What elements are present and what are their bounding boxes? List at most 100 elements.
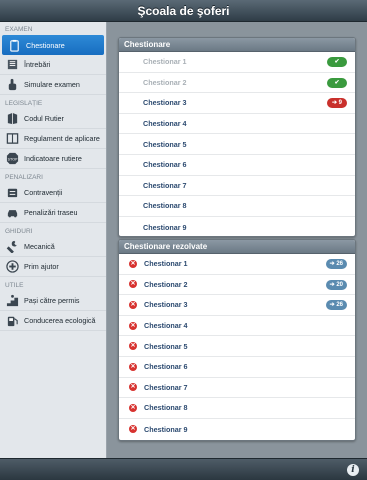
sidebar-item--ntreb-ri[interactable]: Întrebări	[0, 55, 106, 75]
solved-panel-header: Chestionare rezolvate	[119, 240, 355, 254]
test-name: Chestionar 9	[143, 222, 187, 232]
solved-test-name: Chestionar 3	[144, 300, 188, 310]
solved-test-name: Chestionar 5	[144, 341, 188, 351]
sidebar-item-pa-i-c-tre-permis[interactable]: Pași către permis	[0, 291, 106, 311]
solved-test-name: Chestionar 1	[144, 259, 188, 269]
solved-panel: Chestionare rezolvate ✕ Chestionar 1 ➔ 26 ✕…	[118, 239, 356, 441]
bottom-toolbar: i	[0, 458, 367, 480]
sidebar-item-codul-rutier[interactable]: Codul Rutier	[0, 109, 106, 129]
test-row[interactable]: Chestionar 8	[119, 196, 355, 217]
clipboard-icon	[8, 39, 21, 52]
test-row[interactable]: Chestionar 5	[119, 134, 355, 155]
passed-badge: ✔	[327, 77, 347, 88]
test-name: Chestionar 4	[143, 119, 187, 129]
tests-panel-header: Chestionare	[119, 38, 355, 52]
test-row[interactable]: Chestionar 1 ✔	[119, 52, 355, 73]
sidebar-item-simulare-examen[interactable]: Simulare examen	[0, 75, 106, 95]
score-badge: ➔ 26	[325, 300, 347, 311]
score-badge: ➔ 20	[325, 279, 347, 290]
failed-x-icon: ✕	[129, 321, 137, 330]
sidebar-item-label: Simulare examen	[24, 80, 80, 89]
test-row[interactable]: Chestionar 7	[119, 176, 355, 197]
solved-row[interactable]: ✕ Chestionar 4	[119, 316, 355, 337]
sidebar-section-header: PENALIZARI	[5, 174, 43, 181]
passed-badge: ✔	[327, 57, 347, 67]
failed-x-icon: ✕	[129, 383, 137, 392]
sidebar-item-label: Indicatoare rutiere	[24, 154, 82, 163]
failed-x-icon: ✕	[129, 259, 137, 268]
sidebar-item-mecanic-[interactable]: Mecanică	[0, 237, 106, 257]
test-name: Chestionar 1	[143, 57, 187, 67]
sidebar-item-label: Regulament de aplicare	[24, 134, 100, 143]
solved-row[interactable]: ✕ Chestionar 5	[119, 336, 355, 357]
sidebar-item-conducerea-ecologic-[interactable]: Conducerea ecologică	[0, 311, 106, 331]
test-name: Chestionar 6	[143, 160, 187, 170]
sidebar-section-header: UTILE	[5, 282, 24, 289]
solved-row[interactable]: ✕ Chestionar 3 ➔ 26	[119, 295, 355, 316]
mistakes-badge: ➔ 9	[327, 98, 347, 109]
sidebar-section-header: GHIDURI	[5, 228, 33, 235]
test-row[interactable]: Chestionar 3 ➔ 9	[119, 93, 355, 114]
law-book-icon	[6, 112, 19, 125]
sidebar-item-label: Chestionare	[26, 40, 65, 50]
sidebar-item-chestionare[interactable]: Chestionare	[2, 35, 104, 55]
score-badge: ➔ 26	[325, 259, 347, 269]
failed-x-icon: ✕	[129, 425, 137, 434]
sidebar-item-label: Mecanică	[24, 242, 55, 251]
car-icon	[6, 206, 19, 219]
failed-x-icon: ✕	[129, 403, 137, 412]
stop-sign-icon: STOP	[6, 152, 19, 165]
solved-test-name: Chestionar 6	[144, 362, 188, 372]
failed-x-icon: ✕	[129, 280, 137, 289]
sidebar-item-prim-ajutor[interactable]: Prim ajutor	[0, 257, 106, 277]
sidebar-item-label: Pași către permis	[24, 296, 80, 305]
sidebar-item-label: Penalizări traseu	[24, 208, 78, 217]
title-bar: Şcoala de şoferi	[0, 0, 367, 22]
solved-row[interactable]: ✕ Chestionar 1 ➔ 26	[119, 254, 355, 275]
sidebar-item-indicatoare-rutiere[interactable]: STOP Indicatoare rutiere	[0, 149, 106, 169]
test-row[interactable]: Chestionar 9	[119, 217, 355, 236]
solved-list: ✕ Chestionar 1 ➔ 26 ✕ Chestionar 2 ➔ 20 ✕ Chest…	[119, 254, 355, 439]
solved-test-name: Chestionar 4	[144, 321, 188, 331]
hand-pointer-icon	[6, 78, 19, 91]
solved-test-name: Chestionar 7	[144, 382, 188, 392]
test-name: Chestionar 2	[143, 77, 187, 87]
tests-list: Chestionar 1 ✔ Chestionar 2 ✔ Chestionar 3 ➔ …	[119, 52, 355, 236]
sidebar-section-header: LEGISLAȚIE	[5, 100, 43, 107]
test-name: Chestionar 5	[143, 139, 187, 149]
solved-row[interactable]: ✕ Chestionar 7	[119, 378, 355, 399]
test-row[interactable]: Chestionar 6	[119, 155, 355, 176]
test-name: Chestionar 7	[143, 180, 187, 190]
solved-test-name: Chestionar 8	[144, 403, 188, 413]
solved-row[interactable]: ✕ Chestionar 2 ➔ 20	[119, 275, 355, 296]
eco-fuel-icon	[6, 314, 19, 327]
solved-row[interactable]: ✕ Chestionar 6	[119, 357, 355, 378]
solved-row[interactable]: ✕ Chestionar 9	[119, 419, 355, 440]
info-icon[interactable]: i	[347, 464, 359, 476]
sidebar-item-label: Codul Rutier	[24, 114, 64, 123]
book-icon	[6, 58, 19, 71]
wrench-icon	[6, 240, 19, 253]
solved-test-name: Chestionar 9	[144, 424, 188, 434]
solved-test-name: Chestionar 2	[144, 279, 188, 289]
sidebar-item-label: Contravenții	[24, 188, 63, 197]
app-title: Şcoala de şoferi	[137, 4, 230, 18]
test-row[interactable]: Chestionar 2 ✔	[119, 73, 355, 94]
first-aid-icon	[6, 260, 19, 273]
sidebar: EXAMEN Chestionare Întrebări Simulare exame…	[0, 22, 107, 458]
sidebar-item-regulament-de-aplicare[interactable]: Regulament de aplicare	[0, 129, 106, 149]
test-name: Chestionar 3	[143, 98, 187, 108]
solved-row[interactable]: ✕ Chestionar 8	[119, 398, 355, 419]
sidebar-item-contraven-ii[interactable]: Contravenții	[0, 183, 106, 203]
main-content: Chestionare Chestionar 1 ✔ Chestionar 2 ✔ Ch…	[108, 22, 367, 458]
tests-panel: Chestionare Chestionar 1 ✔ Chestionar 2 ✔ Ch…	[118, 37, 356, 237]
svg-text:STOP: STOP	[8, 157, 19, 161]
sidebar-item-label: Conducerea ecologică	[24, 316, 96, 325]
failed-x-icon: ✕	[129, 362, 137, 371]
sidebar-item-penaliz-ri-traseu[interactable]: Penalizări traseu	[0, 203, 106, 223]
steps-icon	[6, 294, 19, 307]
open-book-icon	[6, 132, 19, 145]
sidebar-item-label: Întrebări	[24, 60, 51, 69]
ticket-icon	[6, 186, 19, 199]
test-row[interactable]: Chestionar 4	[119, 114, 355, 135]
